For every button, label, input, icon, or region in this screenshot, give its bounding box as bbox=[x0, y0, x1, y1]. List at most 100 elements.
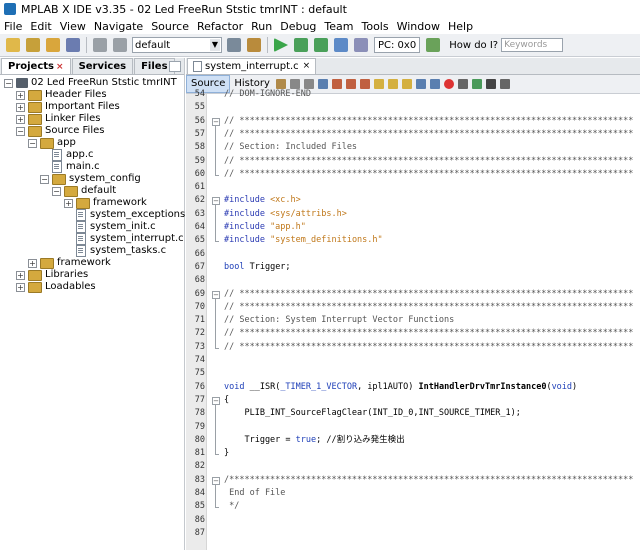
code-line[interactable]: #include "app.h" bbox=[224, 221, 306, 234]
program-device-icon[interactable] bbox=[294, 38, 308, 52]
tree-item-important-files[interactable]: + Important Files bbox=[16, 101, 120, 113]
menu-source[interactable]: Source bbox=[147, 20, 193, 33]
find-icon[interactable] bbox=[317, 79, 328, 89]
tree-item-loadables[interactable]: + Loadables bbox=[16, 281, 96, 293]
code-line[interactable]: // Section: Included Files bbox=[224, 141, 357, 154]
minimize-panel-icon[interactable] bbox=[169, 61, 181, 72]
code-line[interactable]: // *************************************… bbox=[224, 341, 633, 354]
clean-build-icon[interactable] bbox=[247, 38, 261, 52]
code-line[interactable]: /***************************************… bbox=[224, 474, 633, 487]
tree-item-app-folder[interactable]: − app bbox=[28, 137, 76, 149]
code-line[interactable]: // *************************************… bbox=[224, 168, 633, 181]
debug-project-icon[interactable] bbox=[334, 38, 348, 52]
editor-tab-system-interrupt[interactable]: system_interrupt.c × bbox=[187, 58, 317, 74]
uncomment-icon[interactable] bbox=[485, 79, 496, 89]
code-line[interactable]: // DOM-IGNORE-END bbox=[224, 88, 311, 101]
collapse-icon[interactable]: − bbox=[16, 126, 25, 136]
redo-icon[interactable] bbox=[113, 38, 127, 52]
code-line[interactable]: bool Trigger; bbox=[224, 261, 291, 274]
menu-window[interactable]: Window bbox=[393, 20, 444, 33]
open-project-icon[interactable] bbox=[46, 38, 60, 52]
fold-collapse-icon[interactable]: − bbox=[212, 117, 220, 126]
hold-reset-icon[interactable] bbox=[354, 38, 368, 52]
code-line[interactable]: End of File bbox=[224, 487, 285, 500]
code-line[interactable]: */ bbox=[224, 500, 239, 513]
code-line[interactable]: // Section: System Interrupt Vector Func… bbox=[224, 314, 454, 327]
menu-view[interactable]: View bbox=[56, 20, 90, 33]
tree-item-system-init[interactable]: system_init.c bbox=[76, 221, 156, 233]
new-file-icon[interactable] bbox=[6, 38, 20, 52]
tree-item-main-c[interactable]: main.c bbox=[52, 161, 100, 173]
collapse-icon[interactable]: − bbox=[4, 78, 13, 88]
expand-icon[interactable]: + bbox=[16, 102, 25, 112]
find-next-icon[interactable] bbox=[345, 79, 356, 89]
expand-icon[interactable]: + bbox=[16, 282, 25, 292]
stop-macro-icon[interactable] bbox=[443, 79, 454, 89]
code-line[interactable]: PLIB_INT_SourceFlagClear(INT_ID_0,INT_SO… bbox=[224, 407, 520, 420]
menu-tools[interactable]: Tools bbox=[357, 20, 392, 33]
code-line[interactable]: // *************************************… bbox=[224, 327, 633, 340]
tree-item-framework-inner[interactable]: + framework bbox=[64, 197, 147, 209]
configuration-select[interactable]: default ▼ bbox=[132, 37, 222, 53]
next-bookmark-icon[interactable] bbox=[401, 79, 412, 89]
tree-item-default[interactable]: − default bbox=[52, 185, 116, 197]
tab-projects[interactable]: Projects × bbox=[1, 58, 71, 74]
chevron-down-icon[interactable]: ▼ bbox=[210, 39, 220, 51]
menu-debug[interactable]: Debug bbox=[276, 20, 320, 33]
collapse-icon[interactable]: − bbox=[52, 186, 61, 196]
tree-item-linker-files[interactable]: + Linker Files bbox=[16, 113, 101, 125]
code-line[interactable]: Trigger = true; //割り込み発生検出 bbox=[224, 434, 404, 447]
shift-left-icon[interactable] bbox=[415, 79, 426, 89]
comment-icon[interactable] bbox=[471, 79, 482, 89]
code-line[interactable]: // *************************************… bbox=[224, 128, 633, 141]
format-icon[interactable] bbox=[499, 79, 510, 89]
tree-item-framework-outer[interactable]: + framework bbox=[28, 257, 111, 269]
shift-right-icon[interactable] bbox=[429, 79, 440, 89]
previous-bookmark-icon[interactable] bbox=[387, 79, 398, 89]
undo-icon[interactable] bbox=[93, 38, 107, 52]
menu-run[interactable]: Run bbox=[247, 20, 276, 33]
code-line[interactable]: { bbox=[224, 394, 229, 407]
code-line[interactable]: // *************************************… bbox=[224, 115, 633, 128]
expand-icon[interactable]: + bbox=[28, 258, 37, 268]
close-icon[interactable]: × bbox=[56, 62, 64, 72]
code-line[interactable]: #include <sys/attribs.h> bbox=[224, 208, 347, 221]
menu-refactor[interactable]: Refactor bbox=[193, 20, 247, 33]
read-device-icon[interactable] bbox=[314, 38, 328, 52]
expand-icon[interactable]: + bbox=[16, 90, 25, 100]
code-line[interactable]: // *************************************… bbox=[224, 155, 633, 168]
menu-help[interactable]: Help bbox=[444, 20, 477, 33]
code-line[interactable]: // *************************************… bbox=[224, 288, 633, 301]
tree-item-libraries[interactable]: + Libraries bbox=[16, 269, 88, 281]
fold-collapse-icon[interactable]: − bbox=[212, 197, 220, 206]
tree-item-system-tasks[interactable]: system_tasks.c bbox=[76, 245, 166, 257]
menu-team[interactable]: Team bbox=[320, 20, 357, 33]
tree-item-header-files[interactable]: + Header Files bbox=[16, 89, 107, 101]
tree-item-project[interactable]: − 02 Led FreeRun Ststic tmrINT bbox=[4, 77, 177, 89]
code-line[interactable]: #include "system_definitions.h" bbox=[224, 234, 383, 247]
code-line[interactable]: } bbox=[224, 447, 229, 460]
code-line[interactable]: void __ISR(_TIMER_1_VECTOR, ipl1AUTO) In… bbox=[224, 381, 577, 394]
fold-collapse-icon[interactable]: − bbox=[212, 476, 220, 485]
tree-item-app-c[interactable]: app.c bbox=[52, 149, 94, 161]
menu-file[interactable]: File bbox=[0, 20, 26, 33]
code-line[interactable]: // *************************************… bbox=[224, 301, 633, 314]
collapse-icon[interactable]: − bbox=[40, 174, 49, 184]
save-all-icon[interactable] bbox=[66, 38, 80, 52]
cart-icon[interactable] bbox=[426, 38, 441, 52]
menu-edit[interactable]: Edit bbox=[26, 20, 55, 33]
code-area[interactable]: 54// DOM-IGNORE-END 55 56−// *************… bbox=[186, 89, 640, 550]
tab-services[interactable]: Services bbox=[71, 58, 134, 74]
fold-collapse-icon[interactable]: − bbox=[212, 396, 220, 405]
new-project-icon[interactable] bbox=[26, 38, 40, 52]
close-icon[interactable]: × bbox=[303, 59, 311, 74]
build-hammer-icon[interactable] bbox=[227, 38, 241, 52]
collapse-icon[interactable]: − bbox=[28, 138, 37, 148]
tree-item-system-interrupt[interactable]: system_interrupt.c bbox=[76, 233, 184, 245]
menu-navigate[interactable]: Navigate bbox=[90, 20, 147, 33]
find-previous-icon[interactable] bbox=[331, 79, 342, 89]
search-input[interactable]: Keywords bbox=[501, 38, 564, 52]
expand-icon[interactable]: + bbox=[16, 270, 25, 280]
code-line[interactable]: #include <xc.h> bbox=[224, 194, 301, 207]
tree-item-source-files[interactable]: − Source Files bbox=[16, 125, 104, 137]
